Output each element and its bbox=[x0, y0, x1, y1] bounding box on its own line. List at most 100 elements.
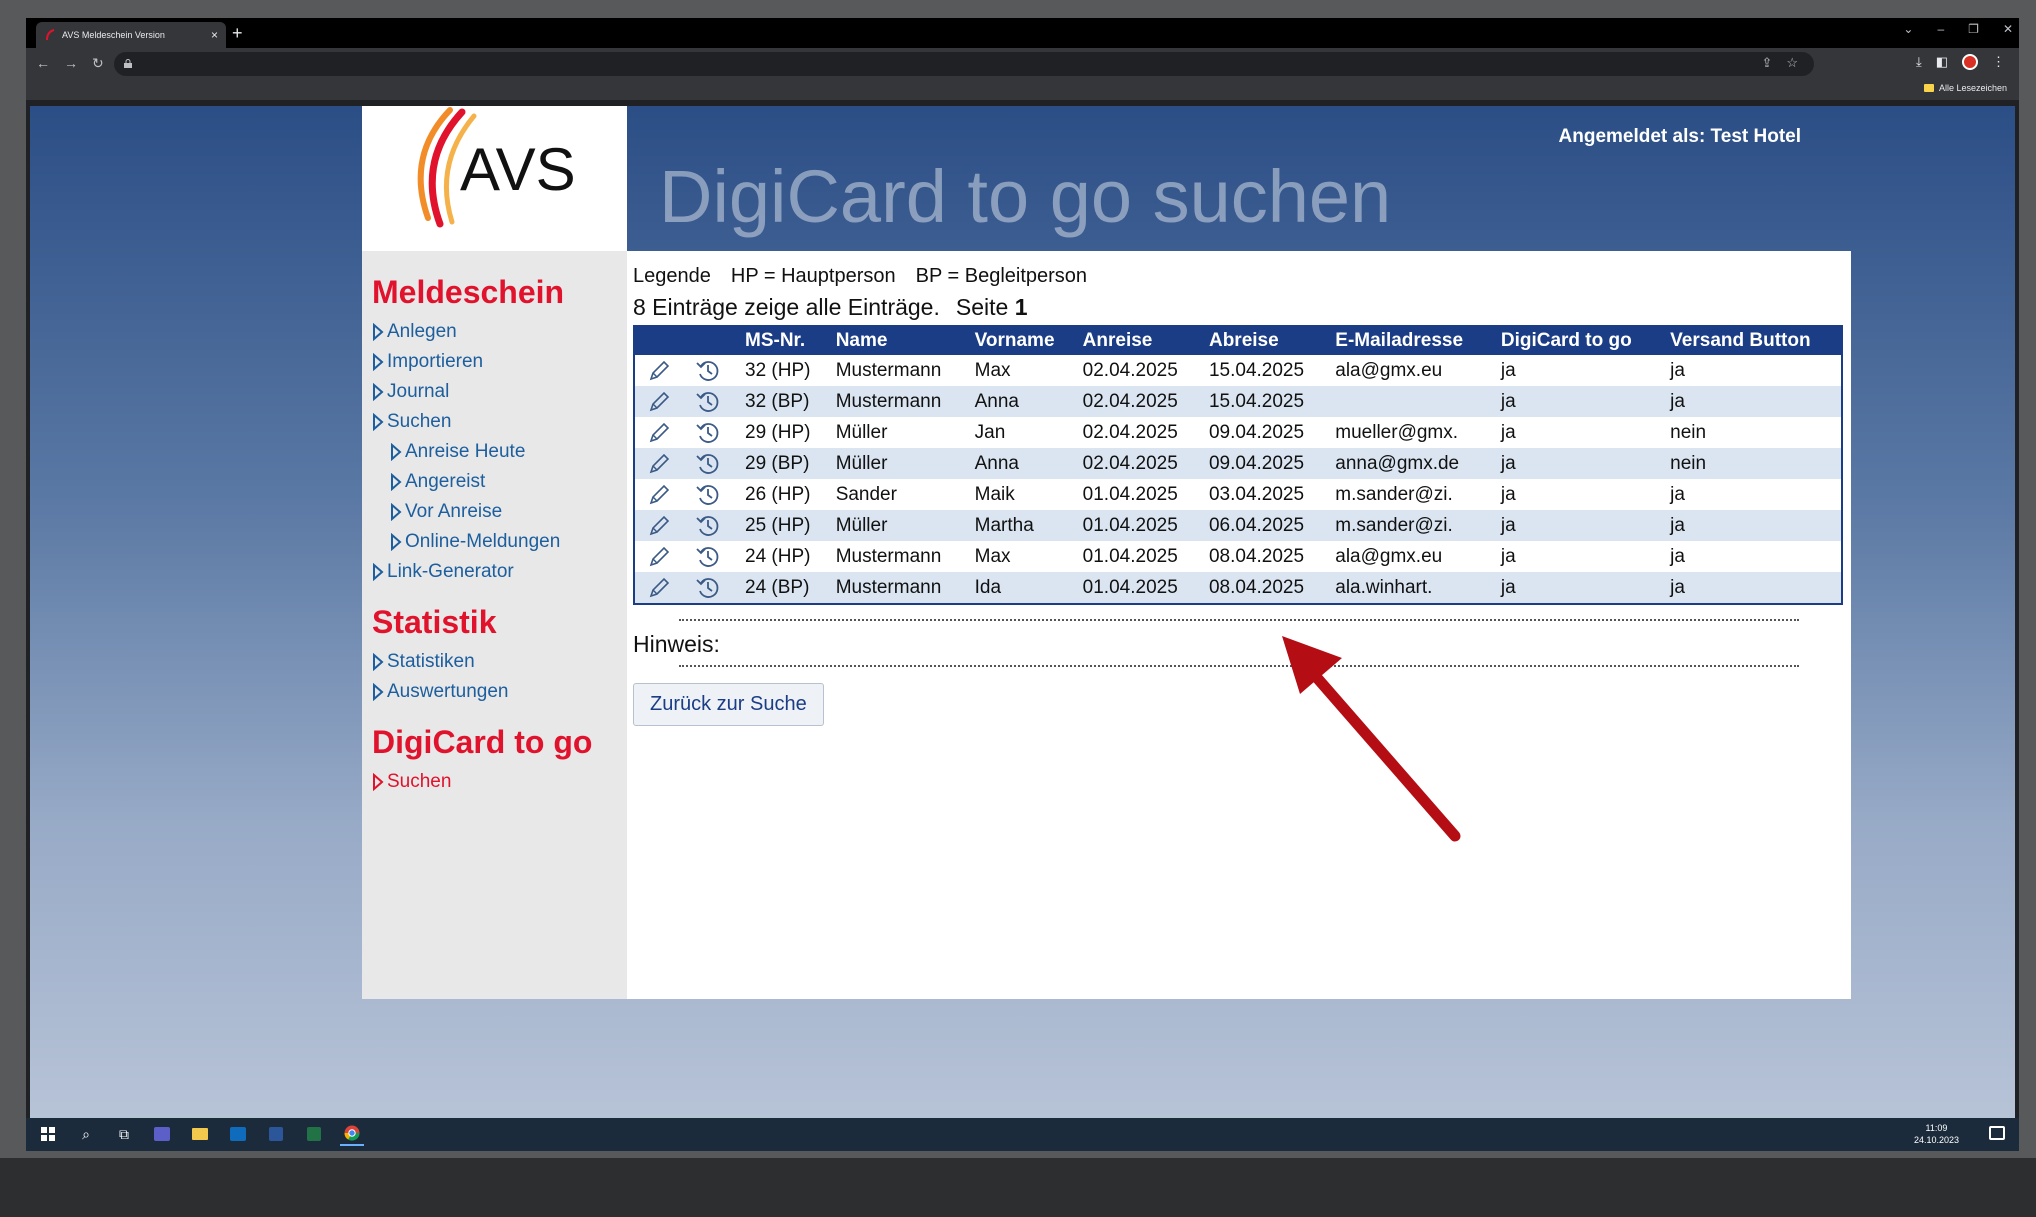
edit-pencil-icon[interactable] bbox=[645, 389, 671, 415]
edit-pencil-icon[interactable] bbox=[645, 544, 671, 570]
page-number[interactable]: 1 bbox=[1015, 294, 1028, 320]
table-cell: Müller bbox=[835, 421, 888, 443]
clock-time: 11:09 bbox=[1925, 1123, 1948, 1133]
table-cell: Müller bbox=[835, 514, 888, 536]
triangle-icon bbox=[373, 353, 384, 371]
menu-icon[interactable]: ⋮ bbox=[1992, 54, 2005, 70]
forward-icon[interactable]: → bbox=[64, 55, 78, 72]
table-cell: ja bbox=[1500, 359, 1516, 381]
windows-taskbar: ⌕ ⧉ 11:09 24.10.2023 bbox=[26, 1118, 2019, 1151]
share-icon[interactable]: ⇪ bbox=[1761, 55, 1772, 71]
file-explorer-icon[interactable] bbox=[188, 1122, 212, 1146]
folder-icon bbox=[1923, 84, 1934, 92]
table-cell: ala.winhart. bbox=[1335, 576, 1433, 598]
table-cell: 09.04.2025 bbox=[1208, 421, 1305, 443]
sidebar-item-label: Importieren bbox=[387, 351, 484, 372]
tab-bar: AVS Meldeschein Version × + ⌄ – ❐ ✕ bbox=[26, 18, 2019, 48]
excel-icon[interactable] bbox=[302, 1122, 326, 1146]
restore-icon[interactable]: ❐ bbox=[1968, 22, 1979, 36]
table-cell: 09.04.2025 bbox=[1208, 452, 1305, 474]
sidebar-item[interactable]: Anlegen bbox=[372, 317, 617, 347]
profile-avatar[interactable] bbox=[1962, 54, 1978, 70]
teams-icon[interactable] bbox=[150, 1122, 174, 1146]
table-cell: 01.04.2025 bbox=[1082, 514, 1178, 536]
sidebar-item[interactable]: Angereist bbox=[372, 467, 617, 497]
table-cell: mueller@gmx. bbox=[1335, 421, 1459, 443]
edit-pencil-icon[interactable] bbox=[645, 358, 671, 384]
history-icon[interactable] bbox=[695, 389, 721, 415]
avs-favicon-icon bbox=[46, 29, 55, 41]
minimize-icon[interactable]: – bbox=[1937, 22, 1944, 36]
sidebar-item[interactable]: Statistiken bbox=[372, 647, 617, 677]
tab-search-icon[interactable]: ⌄ bbox=[1903, 22, 1913, 36]
svg-text:AVS: AVS bbox=[460, 136, 576, 203]
sidebar-item[interactable]: Online-Meldungen bbox=[372, 527, 617, 557]
triangle-icon bbox=[373, 383, 384, 401]
sidebar-item[interactable]: Auswertungen bbox=[372, 677, 617, 707]
history-icon[interactable] bbox=[695, 420, 721, 446]
notification-icon[interactable] bbox=[1989, 1126, 2005, 1140]
reload-icon[interactable]: ↻ bbox=[92, 55, 104, 72]
entry-count-text: 8 Einträge zeige alle Einträge. bbox=[633, 293, 940, 320]
history-icon[interactable] bbox=[695, 358, 721, 384]
history-icon[interactable] bbox=[695, 513, 721, 539]
table-cell: Mustermann bbox=[835, 576, 942, 598]
sidebar-item-label: Suchen bbox=[387, 771, 452, 792]
sidebar-item-label: Anlegen bbox=[387, 321, 457, 342]
taskbar-clock[interactable]: 11:09 24.10.2023 bbox=[1914, 1122, 1959, 1146]
sidepanel-icon[interactable]: ◧ bbox=[1936, 54, 1948, 70]
sidebar-item[interactable]: Link-Generator bbox=[372, 557, 617, 587]
table-cell: 02.04.2025 bbox=[1082, 390, 1178, 412]
sidebar-item[interactable]: Suchen bbox=[372, 407, 617, 437]
edit-cell bbox=[635, 541, 685, 572]
windows-start-icon[interactable] bbox=[36, 1122, 60, 1146]
tab-close-icon[interactable]: × bbox=[211, 28, 218, 42]
download-icon[interactable]: ⤓ bbox=[1916, 54, 1922, 70]
edit-pencil-icon[interactable] bbox=[645, 451, 671, 477]
table-cell: ja bbox=[1500, 514, 1516, 536]
edit-pencil-icon[interactable] bbox=[645, 513, 671, 539]
history-icon[interactable] bbox=[695, 451, 721, 477]
history-cell bbox=[685, 541, 735, 572]
table-cell: Mustermann bbox=[835, 359, 942, 381]
history-icon[interactable] bbox=[695, 575, 721, 601]
sidebar-item-label: Auswertungen bbox=[387, 681, 509, 702]
sidebar-item[interactable]: Vor Anreise bbox=[372, 497, 617, 527]
outlook-icon[interactable] bbox=[226, 1122, 250, 1146]
table-cell: 03.04.2025 bbox=[1208, 483, 1305, 505]
browser-tab[interactable]: AVS Meldeschein Version × bbox=[36, 22, 226, 48]
edit-pencil-icon[interactable] bbox=[645, 420, 671, 446]
sidebar-item[interactable]: Suchen bbox=[372, 767, 617, 797]
all-bookmarks-button[interactable]: Alle Lesezeichen bbox=[1923, 83, 2007, 93]
triangle-icon bbox=[373, 773, 384, 791]
back-icon[interactable]: ← bbox=[36, 55, 50, 72]
clock-date: 24.10.2023 bbox=[1913, 1135, 1959, 1145]
sidebar-item[interactable]: Importieren bbox=[372, 347, 617, 377]
table-cell: ja bbox=[1670, 514, 1685, 536]
edit-pencil-icon[interactable] bbox=[645, 482, 671, 508]
tab-title: AVS Meldeschein Version bbox=[62, 30, 165, 40]
table-cell bbox=[1325, 386, 1491, 417]
column-header: DigiCard to go bbox=[1500, 330, 1632, 351]
new-tab-button[interactable]: + bbox=[232, 24, 243, 42]
avs-logo[interactable]: AVS bbox=[362, 106, 627, 251]
word-icon[interactable] bbox=[264, 1122, 288, 1146]
sidebar-item-label: Statistiken bbox=[387, 651, 475, 672]
back-to-search-button[interactable]: Zurück zur Suche bbox=[633, 683, 824, 726]
close-window-icon[interactable]: ✕ bbox=[2003, 22, 2013, 36]
task-view-icon[interactable]: ⧉ bbox=[112, 1122, 136, 1146]
table-cell: ja bbox=[1670, 545, 1685, 567]
history-icon[interactable] bbox=[695, 482, 721, 508]
table-cell: anna@gmx.de bbox=[1335, 452, 1460, 474]
search-icon[interactable]: ⌕ bbox=[74, 1122, 98, 1146]
sidebar-item[interactable]: Anreise Heute bbox=[372, 437, 617, 467]
address-bar[interactable]: ⇪ ☆ bbox=[114, 52, 1814, 76]
sidebar-item[interactable]: Journal bbox=[372, 377, 617, 407]
chrome-icon[interactable] bbox=[340, 1122, 364, 1146]
edit-pencil-icon[interactable] bbox=[645, 575, 671, 601]
history-icon[interactable] bbox=[695, 544, 721, 570]
sidebar-item-label: Online-Meldungen bbox=[405, 531, 561, 552]
table-cell: Anna bbox=[974, 390, 1019, 412]
bookmark-star-icon[interactable]: ☆ bbox=[1786, 55, 1798, 71]
table-cell: 02.04.2025 bbox=[1082, 359, 1178, 381]
